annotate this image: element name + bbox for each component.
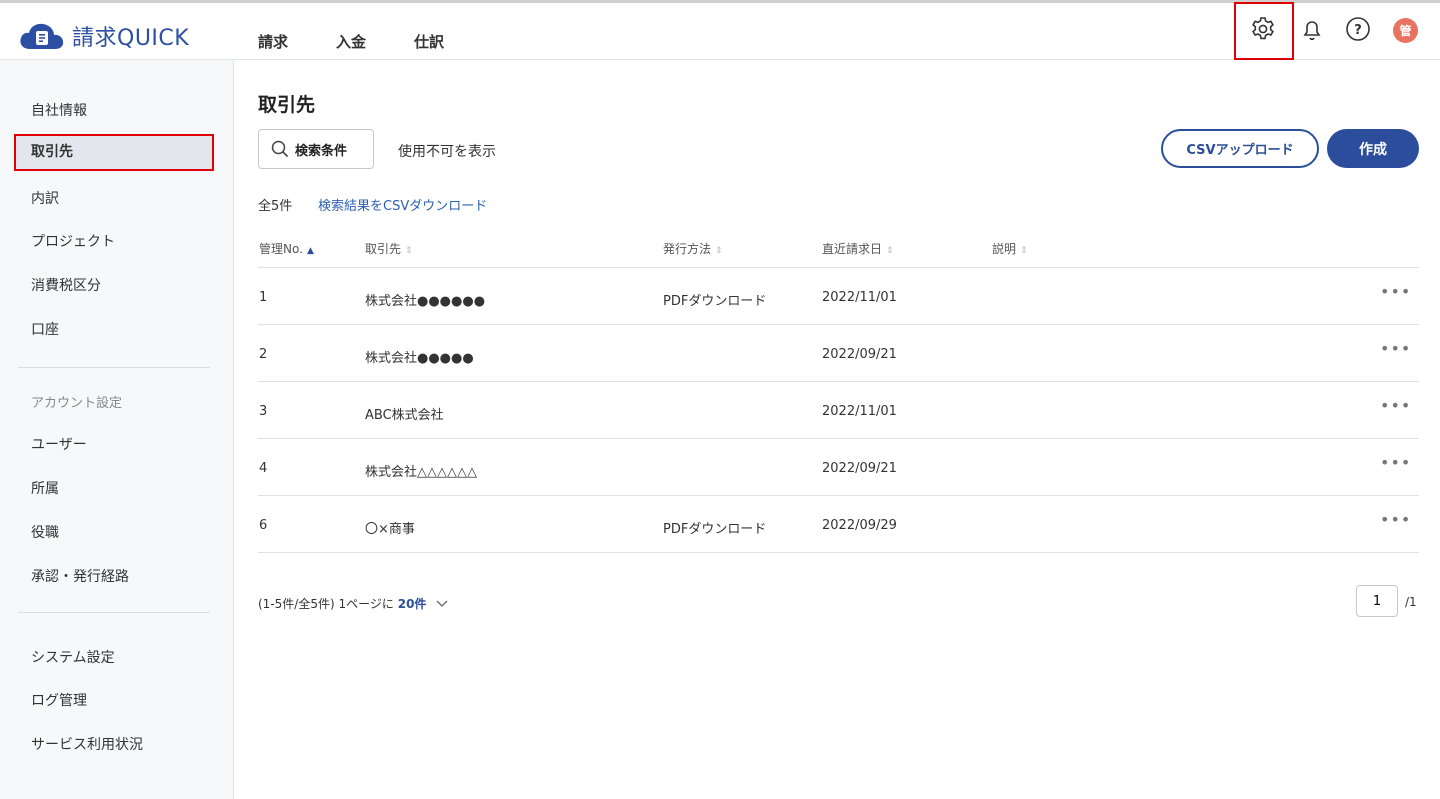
sidebar-item-clients[interactable]: 取引先 [14,134,214,171]
sort-icon: ⇕ [715,246,723,256]
search-conditions-label: 検索条件 [295,143,348,159]
pagination-summary: (1-5件/全5件) 1ページに 20件 [258,595,448,612]
sidebar-item-position[interactable]: 役職 [31,522,59,542]
cell-method: PDFダウンロード [663,522,767,537]
top-nav: 請求 入金 仕訳 [258,31,492,52]
chevron-down-icon[interactable] [436,600,448,608]
cell-no: 1 [259,290,268,305]
page-title: 取引先 [258,94,316,116]
column-header-method[interactable]: 発行方法 ⇕ [663,240,723,257]
bell-icon[interactable] [1299,16,1325,42]
result-count: 全5件 [258,199,293,214]
more-options-icon[interactable]: ••• [1380,453,1411,472]
sidebar-item-department[interactable]: 所属 [31,478,59,498]
app-header: 請求QUICK 請求 入金 仕訳 [0,0,1440,60]
table-row[interactable]: 1 株式会社●●●●●● PDFダウンロード 2022/11/01 ••• [258,268,1419,325]
cloud-logo-icon [20,23,64,49]
sidebar-item-breakdown[interactable]: 内訳 [31,188,59,208]
column-header-client[interactable]: 取引先 ⇕ [365,240,413,257]
cell-no: 6 [259,518,268,533]
per-page-select[interactable]: 20件 [398,597,427,611]
sidebar-item-company-info[interactable]: 自社情報 [31,100,87,120]
column-header-label: 管理No. [259,242,303,256]
sidebar-heading-account: アカウント設定 [31,396,123,411]
sidebar-item-system-settings[interactable]: システム設定 [31,647,115,667]
more-options-icon[interactable]: ••• [1380,339,1411,358]
column-header-label: 発行方法 [663,242,712,256]
sidebar-item-service-usage[interactable]: サービス利用状況 [31,734,143,754]
cell-no: 2 [259,347,268,362]
gear-icon[interactable] [1250,16,1276,42]
sidebar: 自社情報 取引先 内訳 プロジェクト 消費税区分 口座 アカウント設定 ユーザー… [0,60,234,799]
search-conditions-button[interactable]: 検索条件 [258,129,374,169]
show-disabled-toggle[interactable]: 使用不可を表示 [398,141,496,161]
pagination-range: (1-5件/全5件) [258,597,335,611]
csv-upload-button[interactable]: CSVアップロード [1161,129,1319,168]
avatar[interactable]: 管 [1393,18,1418,43]
sidebar-divider [18,612,210,613]
cell-client: ABC株式会社 [365,408,444,423]
table-row[interactable]: 6 〇×商事 PDFダウンロード 2022/09/29 ••• [258,496,1419,553]
table-row[interactable]: 2 株式会社●●●●● 2022/09/21 ••• [258,325,1419,382]
sort-icon: ⇕ [886,246,894,256]
page-number-input[interactable] [1356,585,1398,617]
nav-invoice[interactable]: 請求 [258,31,288,52]
cell-date: 2022/11/01 [822,404,897,419]
cell-client: 株式会社△△△△△△ [365,465,477,480]
page-total: /1 [1405,595,1417,609]
sidebar-item-approval-route[interactable]: 承認・発行経路 [31,566,129,586]
sidebar-divider [18,367,210,368]
more-options-icon[interactable]: ••• [1380,510,1411,529]
app-name: 請求QUICK [72,26,190,51]
column-header-label: 直近請求日 [822,242,883,256]
sort-asc-icon: ▲ [306,246,314,256]
sidebar-item-bank-account[interactable]: 口座 [31,319,59,339]
sidebar-item-tax-category[interactable]: 消費税区分 [31,275,101,295]
sort-icon: ⇕ [405,246,413,256]
nav-journal[interactable]: 仕訳 [414,31,444,52]
sidebar-item-log-management[interactable]: ログ管理 [31,690,87,710]
cell-date: 2022/09/29 [822,518,897,533]
cell-client: 〇×商事 [365,522,415,537]
column-header-label: 説明 [992,242,1017,256]
cell-client: 株式会社●●●●●● [365,294,486,309]
cell-client: 株式会社●●●●● [365,351,474,366]
svg-text:?: ? [1354,23,1362,38]
nav-payment[interactable]: 入金 [336,31,366,52]
csv-download-link[interactable]: 検索結果をCSVダウンロード [318,195,487,214]
sidebar-item-project[interactable]: プロジェクト [31,231,115,251]
cell-no: 4 [259,461,268,476]
column-header-no[interactable]: 管理No. ▲ [259,240,314,257]
column-header-description[interactable]: 説明 ⇕ [992,240,1028,257]
app-logo[interactable]: 請求QUICK [18,20,189,52]
cell-no: 3 [259,404,268,419]
more-options-icon[interactable]: ••• [1380,282,1411,301]
table-row[interactable]: 3 ABC株式会社 2022/11/01 ••• [258,382,1419,439]
table-row[interactable]: 4 株式会社△△△△△△ 2022/09/21 ••• [258,439,1419,496]
sort-icon: ⇕ [1020,246,1028,256]
cell-method: PDFダウンロード [663,294,767,309]
create-button[interactable]: 作成 [1327,129,1419,168]
cell-date: 2022/09/21 [822,461,897,476]
cell-date: 2022/09/21 [822,347,897,362]
more-options-icon[interactable]: ••• [1380,396,1411,415]
help-icon[interactable]: ? [1345,16,1371,42]
cell-date: 2022/11/01 [822,290,897,305]
column-header-label: 取引先 [365,242,402,256]
per-page-label: 1ページに [338,597,394,611]
column-header-last-invoice-date[interactable]: 直近請求日 ⇕ [822,240,894,257]
search-icon [271,140,289,158]
sidebar-item-users[interactable]: ユーザー [31,434,87,454]
